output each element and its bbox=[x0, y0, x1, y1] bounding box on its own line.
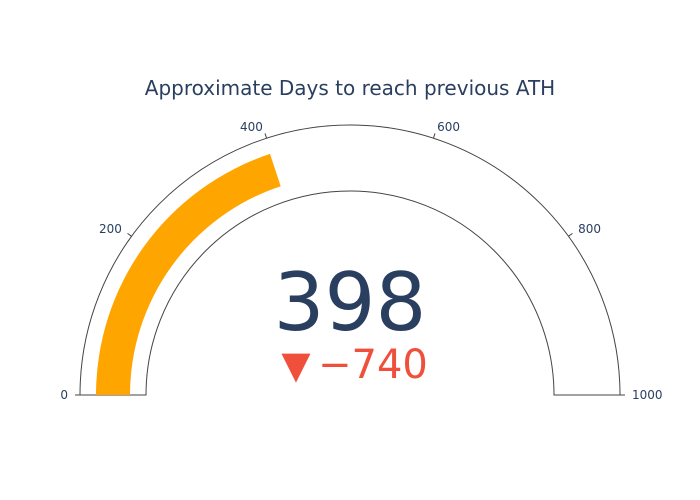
gauge-tick-label: 400 bbox=[240, 120, 263, 134]
gauge-tick-label: 200 bbox=[99, 222, 122, 236]
gauge-tick bbox=[568, 232, 573, 237]
gauge-tick-label: 800 bbox=[578, 222, 601, 236]
gauge-tick bbox=[127, 232, 132, 237]
gauge-tick-label: 0 bbox=[60, 388, 68, 402]
gauge-value: 398 bbox=[274, 256, 427, 349]
gauge-tick-label: 1000 bbox=[632, 388, 663, 402]
gauge-delta: ▼ −740 bbox=[281, 342, 427, 388]
delta-value: −740 bbox=[318, 342, 428, 388]
gauge-tick bbox=[264, 133, 268, 139]
gauge-tick bbox=[432, 133, 436, 139]
delta-down-icon: ▼ bbox=[281, 343, 311, 387]
chart-title: Approximate Days to reach previous ATH bbox=[145, 76, 555, 100]
gauge-tick-label: 600 bbox=[437, 120, 460, 134]
gauge-chart: Approximate Days to reach previous ATH 0… bbox=[60, 76, 663, 402]
